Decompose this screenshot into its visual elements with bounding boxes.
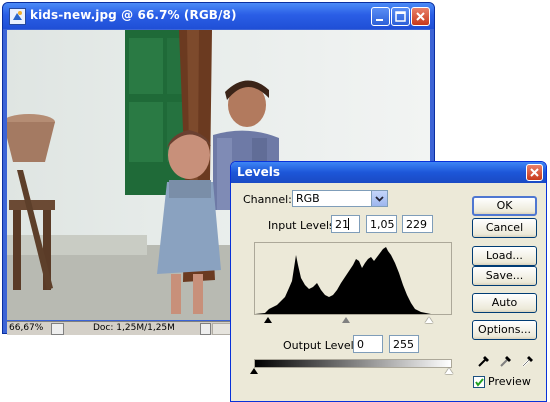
input-black-slider[interactable]	[264, 317, 272, 323]
output-gradient-bar	[254, 359, 452, 368]
chevron-down-icon[interactable]	[371, 191, 387, 206]
preview-label: Preview	[488, 375, 531, 388]
status-menu-icon[interactable]	[51, 323, 64, 335]
black-eyedropper-icon[interactable]	[476, 352, 492, 368]
load-button[interactable]: Load...	[472, 246, 537, 266]
channel-value: RGB	[296, 192, 320, 205]
white-eyedropper-icon[interactable]	[520, 352, 536, 368]
levels-title-bar[interactable]: Levels	[231, 162, 546, 183]
input-black-field[interactable]: 21	[331, 215, 360, 233]
input-white-slider[interactable]	[425, 317, 433, 323]
preview-checkbox[interactable]	[473, 376, 485, 388]
minimize-button[interactable]	[371, 7, 390, 26]
ok-button[interactable]: OK	[472, 196, 537, 216]
input-white-field[interactable]: 229	[402, 215, 433, 233]
image-window-title-bar[interactable]: kids-new.jpg @ 66.7% (RGB/8)	[3, 3, 434, 29]
close-window-button[interactable]	[411, 7, 430, 26]
status-arrow-icon[interactable]	[200, 323, 211, 335]
maximize-button[interactable]	[391, 7, 410, 26]
channel-select[interactable]: RGB	[292, 190, 388, 207]
output-white-value: 255	[393, 338, 414, 351]
text-caret	[348, 218, 349, 230]
levels-dialog-title: Levels	[237, 165, 281, 179]
levels-dialog: Levels Channel: RGB Input Levels: 21 1,0…	[230, 161, 547, 402]
output-white-field[interactable]: 255	[389, 335, 419, 353]
channel-label: Channel:	[243, 193, 292, 206]
cancel-button[interactable]: Cancel	[472, 218, 537, 238]
options-button[interactable]: Options...	[472, 320, 537, 340]
output-black-value: 0	[357, 338, 364, 351]
output-white-slider[interactable]	[445, 368, 453, 374]
input-levels-label: Input Levels:	[268, 219, 339, 232]
zoom-level[interactable]: 66,67%	[9, 323, 43, 333]
document-size: Doc: 1,25M/1,25M	[93, 323, 175, 333]
close-dialog-button[interactable]	[526, 164, 543, 181]
histogram	[254, 242, 452, 315]
auto-button[interactable]: Auto	[472, 293, 537, 313]
output-black-slider[interactable]	[250, 368, 258, 374]
input-black-value: 21	[335, 218, 349, 231]
input-gamma-slider[interactable]	[342, 317, 350, 323]
document-icon	[9, 8, 26, 25]
input-white-value: 229	[406, 218, 427, 231]
output-black-field[interactable]: 0	[353, 335, 383, 353]
save-button[interactable]: Save...	[472, 266, 537, 286]
output-levels-label: Output Levels:	[283, 339, 364, 352]
image-window-title: kids-new.jpg @ 66.7% (RGB/8)	[30, 8, 237, 22]
gray-eyedropper-icon[interactable]	[498, 352, 514, 368]
input-gamma-value: 1,05	[370, 218, 395, 231]
input-gamma-field[interactable]: 1,05	[366, 215, 397, 233]
